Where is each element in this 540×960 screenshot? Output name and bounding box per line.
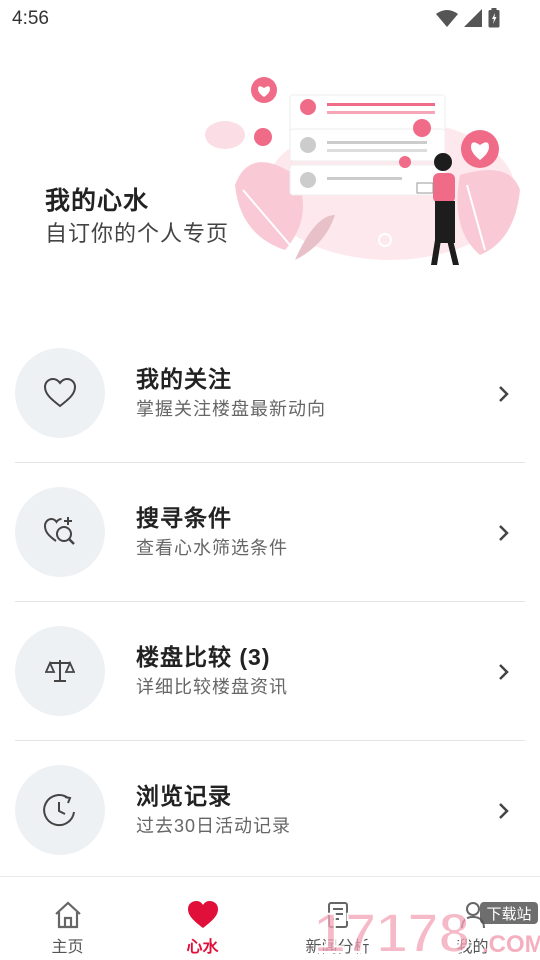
- menu-item-search-criteria[interactable]: 搜寻条件 查看心水筛选条件: [0, 463, 540, 602]
- chevron-right-icon: [499, 664, 509, 680]
- menu-item-desc: 掌握关注楼盘最新动向: [136, 399, 326, 419]
- status-icons: [436, 7, 500, 29]
- menu-icon-circle: [15, 348, 105, 438]
- heart-search-icon: [43, 517, 75, 545]
- nav-tab-home[interactable]: 主页: [0, 877, 135, 960]
- balance-scale-icon: [45, 660, 75, 682]
- menu-item-my-follows[interactable]: 我的关注 掌握关注楼盘最新动向: [0, 324, 540, 463]
- home-icon: [54, 901, 81, 929]
- chevron-right-icon: [499, 386, 509, 402]
- signal-icon: [464, 9, 482, 27]
- watermark-brand: 17178: [314, 901, 470, 960]
- menu-item-compare[interactable]: 楼盘比较 (3) 详细比较楼盘资讯: [0, 602, 540, 741]
- page-title: 我的心水: [45, 187, 150, 215]
- chevron-right-icon: [499, 525, 509, 541]
- heart-outline-icon: [43, 378, 77, 408]
- menu-item-desc: 详细比较楼盘资讯: [136, 677, 288, 697]
- status-bar: 4:56: [0, 0, 540, 38]
- menu-icon-circle: [15, 765, 105, 855]
- chevron-right-icon: [499, 803, 509, 819]
- heart-filled-icon: [187, 901, 218, 928]
- watermark-tag: 下载站: [486, 905, 531, 923]
- favorites-menu: 我的关注 掌握关注楼盘最新动向 搜寻条件 查看心水筛选条件 楼盘比较 (3) 详…: [0, 324, 540, 880]
- menu-icon-circle: [15, 626, 105, 716]
- menu-item-desc: 查看心水筛选条件: [136, 538, 288, 558]
- nav-label: 心水: [186, 939, 219, 956]
- nav-tab-favorites[interactable]: 心水: [135, 877, 270, 960]
- nav-label: 主页: [51, 939, 84, 956]
- menu-icon-circle: [15, 487, 105, 577]
- menu-item-history[interactable]: 浏览记录 过去30日活动记录: [0, 741, 540, 880]
- history-clock-icon: [43, 794, 75, 827]
- menu-item-title: 浏览记录: [136, 783, 232, 809]
- watermark-domain: .COM: [482, 931, 540, 958]
- menu-item-title: 我的关注: [136, 366, 232, 392]
- menu-item-desc: 过去30日活动记录: [136, 816, 292, 836]
- battery-icon: [488, 8, 500, 28]
- menu-item-title: 搜寻条件: [136, 505, 232, 531]
- status-time: 4:56: [12, 8, 49, 29]
- favorites-illustration: [205, 77, 520, 265]
- watermark-logo: 17178 下载站 .COM: [313, 900, 540, 960]
- menu-item-title: 楼盘比较 (3): [136, 644, 271, 670]
- wifi-icon: [436, 10, 458, 27]
